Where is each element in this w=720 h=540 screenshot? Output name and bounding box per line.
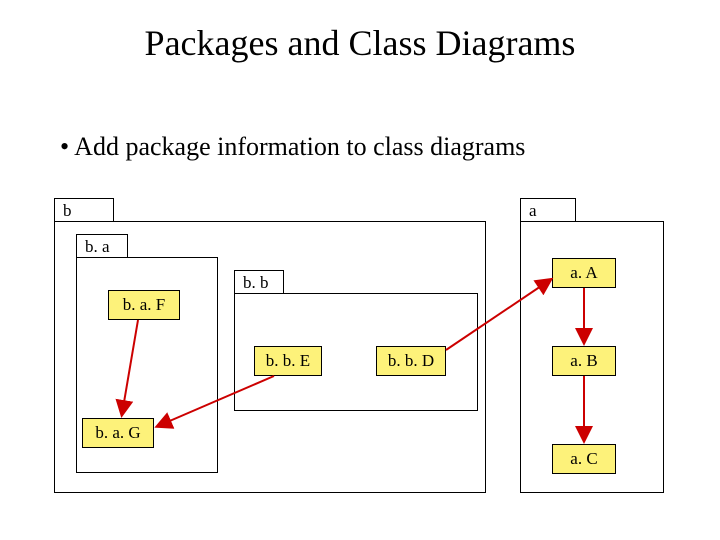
class-bbE: b. b. E: [254, 346, 322, 376]
uml-diagram: b b. a b. b a b. a. F b. a. G b. b. E b.…: [54, 198, 666, 498]
class-aB: a. B: [552, 346, 616, 376]
package-bb-tab: b. b: [234, 270, 284, 294]
package-ba-tab: b. a: [76, 234, 128, 258]
slide-title: Packages and Class Diagrams: [0, 22, 720, 64]
package-a-tab: a: [520, 198, 576, 222]
class-bbD: b. b. D: [376, 346, 446, 376]
bullet-text: • Add package information to class diagr…: [60, 132, 525, 162]
class-baG: b. a. G: [82, 418, 154, 448]
class-aC: a. C: [552, 444, 616, 474]
package-b-tab: b: [54, 198, 114, 222]
class-aA: a. A: [552, 258, 616, 288]
class-baF: b. a. F: [108, 290, 180, 320]
package-bb: b. b: [234, 270, 478, 412]
